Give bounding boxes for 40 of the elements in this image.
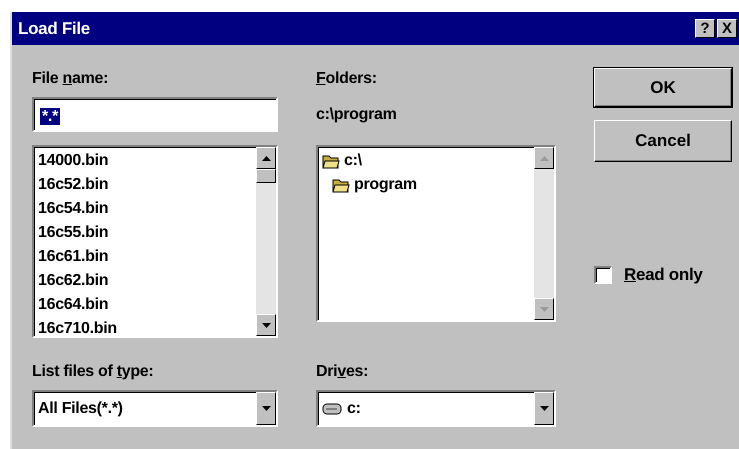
down-arrow-icon <box>540 306 548 312</box>
up-arrow-icon <box>262 156 270 160</box>
scroll-up-button[interactable] <box>256 147 276 169</box>
close-button[interactable]: X <box>717 19 737 38</box>
scroll-down-button[interactable] <box>256 314 276 336</box>
checkbox-label: Read only <box>624 264 703 286</box>
down-arrow-icon <box>262 322 270 328</box>
folder-icon <box>322 153 340 169</box>
window-title: Load File <box>18 18 91 40</box>
checkbox[interactable] <box>594 266 612 284</box>
dropdown-button[interactable] <box>534 392 554 425</box>
drive-dropdown[interactable]: c: <box>316 390 556 427</box>
file-item[interactable]: 16c62.bin <box>38 269 252 293</box>
file-item[interactable]: 16c710.bin <box>38 317 252 336</box>
dropdown-button[interactable] <box>256 392 276 425</box>
down-arrow-icon <box>540 406 548 411</box>
file-item[interactable]: 14000.bin <box>38 149 252 173</box>
file-item[interactable]: 16c61.bin <box>38 245 252 269</box>
field-label: File name: <box>32 69 110 89</box>
folder-item[interactable]: c:\ <box>344 149 362 173</box>
help-button[interactable]: ? <box>695 19 715 38</box>
file-item[interactable]: 16c55.bin <box>38 221 252 245</box>
cancel-button[interactable]: Cancel <box>594 120 732 162</box>
drive-icon <box>322 402 342 414</box>
file-item[interactable]: 16c54.bin <box>38 197 252 221</box>
folder-item[interactable]: program <box>354 173 417 197</box>
file-name-field[interactable]: *.* <box>32 97 278 132</box>
scroll-thumb[interactable] <box>256 169 276 183</box>
folder-path: c:\program <box>316 105 398 125</box>
file-item[interactable]: 16c52.bin <box>38 173 252 197</box>
field-label: Folders: <box>316 69 378 89</box>
ok-button[interactable]: OK <box>594 68 732 107</box>
folder-icon <box>332 177 350 193</box>
drive-value: c: <box>347 398 361 418</box>
up-arrow-icon <box>540 156 548 160</box>
down-arrow-icon <box>262 406 270 411</box>
file-type-dropdown[interactable]: All Files(*.*) <box>32 390 278 427</box>
field-label: Drives: <box>316 362 370 382</box>
file-item[interactable]: 16c64.bin <box>38 293 252 317</box>
field-label: List files of type: <box>32 362 154 382</box>
